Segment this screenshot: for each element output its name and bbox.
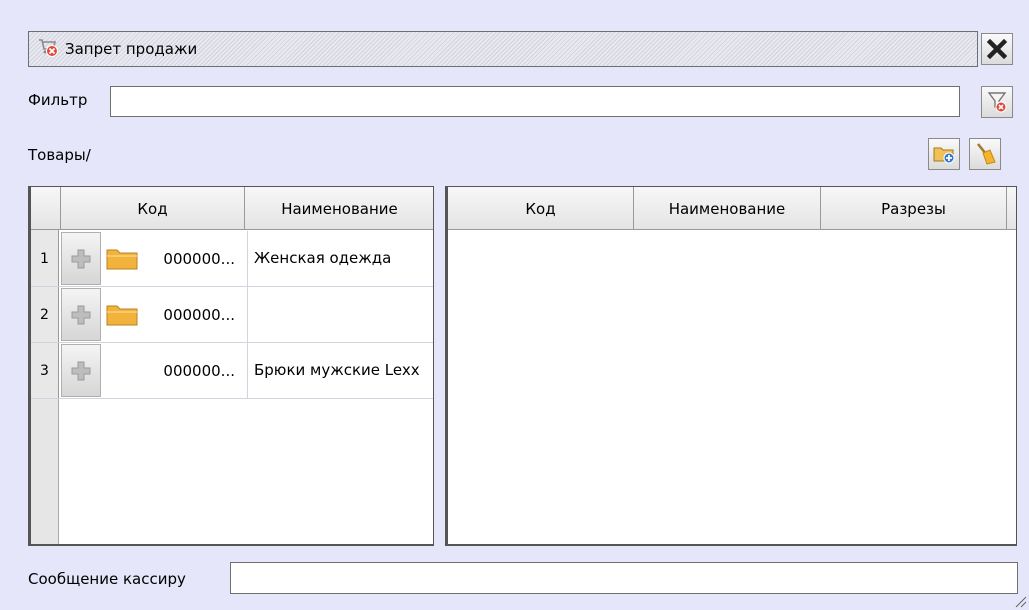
row-code: 000000... bbox=[163, 361, 235, 380]
clear-button[interactable] bbox=[969, 138, 1001, 170]
row-code: 000000... bbox=[163, 249, 235, 268]
cart-forbidden-icon bbox=[37, 36, 59, 62]
row-name: Брюки мужские Lexx bbox=[247, 343, 433, 398]
column-header-code[interactable]: Код bbox=[448, 187, 634, 230]
window-title-bar: Запрет продажи bbox=[28, 31, 978, 67]
filter-label: Фильтр bbox=[28, 91, 88, 109]
goods-breadcrumb: Товары/ bbox=[28, 146, 91, 164]
header-corner bbox=[31, 187, 61, 230]
expand-button[interactable] bbox=[61, 232, 101, 285]
goods-grid: Код Наименование 1 000000... Женская оде… bbox=[28, 186, 434, 546]
filter-input[interactable] bbox=[110, 86, 960, 117]
cashier-message-label: Сообщение кассиру bbox=[28, 570, 186, 588]
clear-filter-button[interactable] bbox=[981, 86, 1013, 118]
plus-icon bbox=[71, 361, 91, 380]
close-x-icon bbox=[986, 38, 1008, 60]
row-number: 3 bbox=[31, 343, 59, 398]
funnel-clear-icon bbox=[987, 92, 1007, 113]
plus-icon bbox=[71, 305, 91, 324]
plus-icon bbox=[71, 249, 91, 268]
broom-icon bbox=[977, 143, 996, 165]
goods-grid-header: Код Наименование bbox=[31, 187, 433, 230]
close-button[interactable] bbox=[981, 33, 1013, 65]
row-code: 000000... bbox=[163, 305, 235, 324]
row-number: 2 bbox=[31, 287, 59, 342]
resize-grip-icon[interactable] bbox=[1013, 594, 1027, 608]
sections-grid: Код Наименование Разрезы bbox=[445, 186, 1017, 546]
table-row[interactable]: 1 000000... Женская одежда bbox=[31, 231, 433, 287]
table-row[interactable]: 2 000000... bbox=[31, 287, 433, 343]
sections-grid-header: Код Наименование Разрезы bbox=[448, 187, 1016, 230]
add-folder-button[interactable] bbox=[928, 138, 960, 170]
window-title: Запрет продажи bbox=[65, 40, 198, 58]
column-header-code[interactable]: Код bbox=[61, 187, 245, 230]
row-name bbox=[247, 287, 433, 342]
folder-icon bbox=[106, 249, 138, 270]
cashier-message-input[interactable] bbox=[230, 562, 1018, 594]
folder-icon bbox=[106, 305, 138, 326]
row-name: Женская одежда bbox=[247, 231, 433, 286]
expand-button[interactable] bbox=[61, 288, 101, 341]
table-row[interactable]: 3 000000... Брюки мужские Lexx bbox=[31, 343, 433, 399]
column-header-sections[interactable]: Разрезы bbox=[821, 187, 1007, 230]
column-header-name[interactable]: Наименование bbox=[245, 187, 434, 230]
row-number: 1 bbox=[31, 231, 59, 286]
expand-button[interactable] bbox=[61, 344, 101, 397]
column-header-name[interactable]: Наименование bbox=[634, 187, 821, 230]
folder-add-icon bbox=[933, 147, 955, 164]
